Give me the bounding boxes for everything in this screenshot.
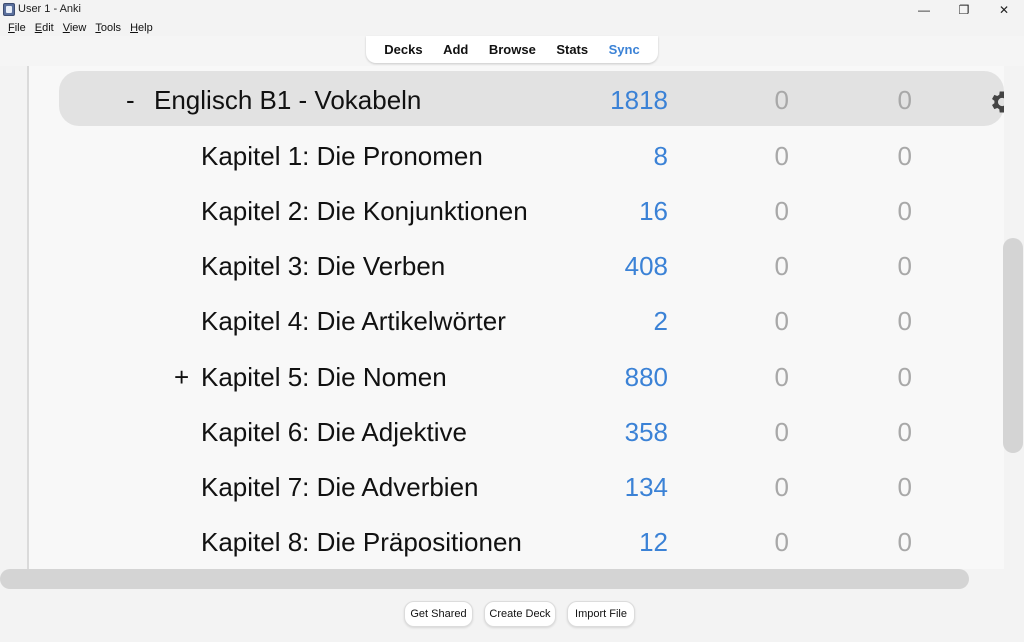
toolbar-decks-link[interactable]: Decks xyxy=(384,42,422,57)
new-count: 2 xyxy=(653,306,668,336)
bottom-bar: Get Shared Create Deck Import File xyxy=(0,592,1024,642)
new-count: 134 xyxy=(624,472,668,502)
menu-file-accel: F xyxy=(8,22,15,34)
deck-name[interactable]: Kapitel 7: Die Adverbien xyxy=(201,472,479,503)
learn-count: 0 xyxy=(774,306,789,336)
expand-toggle[interactable]: + xyxy=(174,362,189,393)
deck-row[interactable]: + Kapitel 5: Die Nomen 880 0 0 xyxy=(29,349,1004,404)
new-count: 408 xyxy=(624,251,668,281)
horizontal-scrollbar-thumb[interactable] xyxy=(0,569,969,589)
menu-bar: File Edit View Tools Help xyxy=(0,20,1024,36)
menu-view-label: iew xyxy=(69,22,87,34)
deck-name[interactable]: Englisch B1 - Vokabeln xyxy=(154,85,421,116)
menu-file[interactable]: File xyxy=(8,22,26,34)
menu-help-accel: H xyxy=(130,22,139,34)
anki-main-window: User 1 - Anki — ❐ ✕ File Edit View Tools… xyxy=(0,0,1024,642)
title-bar: User 1 - Anki — ❐ ✕ xyxy=(0,0,1024,20)
deck-row-current[interactable]: - Englisch B1 - Vokabeln 1818 0 0 xyxy=(59,71,1004,126)
due-count: 0 xyxy=(897,141,912,171)
due-count: 0 xyxy=(897,472,912,502)
menu-edit[interactable]: Edit xyxy=(35,22,54,34)
learn-count: 0 xyxy=(774,527,789,557)
new-count: 358 xyxy=(624,417,668,447)
deck-name[interactable]: Kapitel 6: Die Adjektive xyxy=(201,417,467,448)
due-count: 0 xyxy=(897,196,912,226)
learn-count: 0 xyxy=(774,196,789,226)
due-count: 0 xyxy=(897,362,912,392)
due-count: 0 xyxy=(897,417,912,447)
new-count: 12 xyxy=(639,527,668,557)
gear-icon[interactable] xyxy=(987,88,1004,116)
deck-row[interactable]: Kapitel 3: Die Verben 408 0 0 xyxy=(29,238,1004,293)
toolbar-add-link[interactable]: Add xyxy=(443,42,468,57)
menu-tools[interactable]: Tools xyxy=(95,22,121,34)
new-count: 880 xyxy=(624,362,668,392)
maximize-button[interactable]: ❐ xyxy=(944,0,984,20)
new-count: 16 xyxy=(639,196,668,226)
toolbar-browse-link[interactable]: Browse xyxy=(489,42,536,57)
import-file-button[interactable]: Import File xyxy=(567,601,635,627)
learn-count: 0 xyxy=(774,251,789,281)
get-shared-button[interactable]: Get Shared xyxy=(404,601,473,627)
deck-row[interactable]: Kapitel 2: Die Konjunktionen 16 0 0 xyxy=(29,183,1004,238)
due-count: 0 xyxy=(897,85,912,115)
create-deck-button[interactable]: Create Deck xyxy=(484,601,556,627)
anki-app-icon xyxy=(3,3,15,16)
deck-row[interactable]: Kapitel 4: Die Artikelwörter 2 0 0 xyxy=(29,293,1004,348)
toolbar-sync-link[interactable]: Sync xyxy=(609,42,640,57)
learn-count: 0 xyxy=(774,85,789,115)
deck-row[interactable]: Kapitel 7: Die Adverbien 134 0 0 xyxy=(29,459,1004,514)
learn-count: 0 xyxy=(774,141,789,171)
deck-name[interactable]: Kapitel 1: Die Pronomen xyxy=(201,141,483,172)
deck-row[interactable]: Kapitel 8: Die Präpositionen 12 0 0 xyxy=(29,514,1004,569)
menu-view-accel: V xyxy=(62,22,70,34)
new-count: 1818 xyxy=(610,85,668,115)
deck-name[interactable]: Kapitel 8: Die Präpositionen xyxy=(201,527,522,558)
deck-row[interactable]: Kapitel 6: Die Adjektive 358 0 0 xyxy=(29,404,1004,459)
deck-browser: - Englisch B1 - Vokabeln 1818 0 0 Kapite… xyxy=(27,66,1004,569)
toolbar-stats-link[interactable]: Stats xyxy=(556,42,588,57)
menu-help[interactable]: Help xyxy=(130,22,153,34)
due-count: 0 xyxy=(897,251,912,281)
new-count: 8 xyxy=(653,141,668,171)
learn-count: 0 xyxy=(774,472,789,502)
deck-name[interactable]: Kapitel 5: Die Nomen xyxy=(201,362,447,393)
menu-edit-label: dit xyxy=(42,22,54,34)
deck-row[interactable]: Kapitel 1: Die Pronomen 8 0 0 xyxy=(29,128,1004,183)
menu-help-label: elp xyxy=(138,22,153,34)
toolbar-area: Decks Add Browse Stats Sync xyxy=(0,36,1024,66)
learn-count: 0 xyxy=(774,362,789,392)
learn-count: 0 xyxy=(774,417,789,447)
top-toolbar: Decks Add Browse Stats Sync xyxy=(366,36,658,63)
deck-name[interactable]: Kapitel 3: Die Verben xyxy=(201,251,445,282)
due-count: 0 xyxy=(897,527,912,557)
close-button[interactable]: ✕ xyxy=(984,0,1024,20)
menu-tools-label: ools xyxy=(100,22,122,34)
due-count: 0 xyxy=(897,306,912,336)
vertical-scrollbar-thumb[interactable] xyxy=(1003,238,1023,453)
menu-view[interactable]: View xyxy=(63,22,87,34)
deck-name[interactable]: Kapitel 2: Die Konjunktionen xyxy=(201,196,528,227)
menu-file-label: ile xyxy=(14,22,26,34)
collapse-toggle[interactable]: - xyxy=(126,85,135,116)
minimize-button[interactable]: — xyxy=(904,0,944,20)
deck-name[interactable]: Kapitel 4: Die Artikelwörter xyxy=(201,306,506,337)
window-title: User 1 - Anki xyxy=(18,3,81,15)
menu-edit-accel: E xyxy=(34,22,43,34)
